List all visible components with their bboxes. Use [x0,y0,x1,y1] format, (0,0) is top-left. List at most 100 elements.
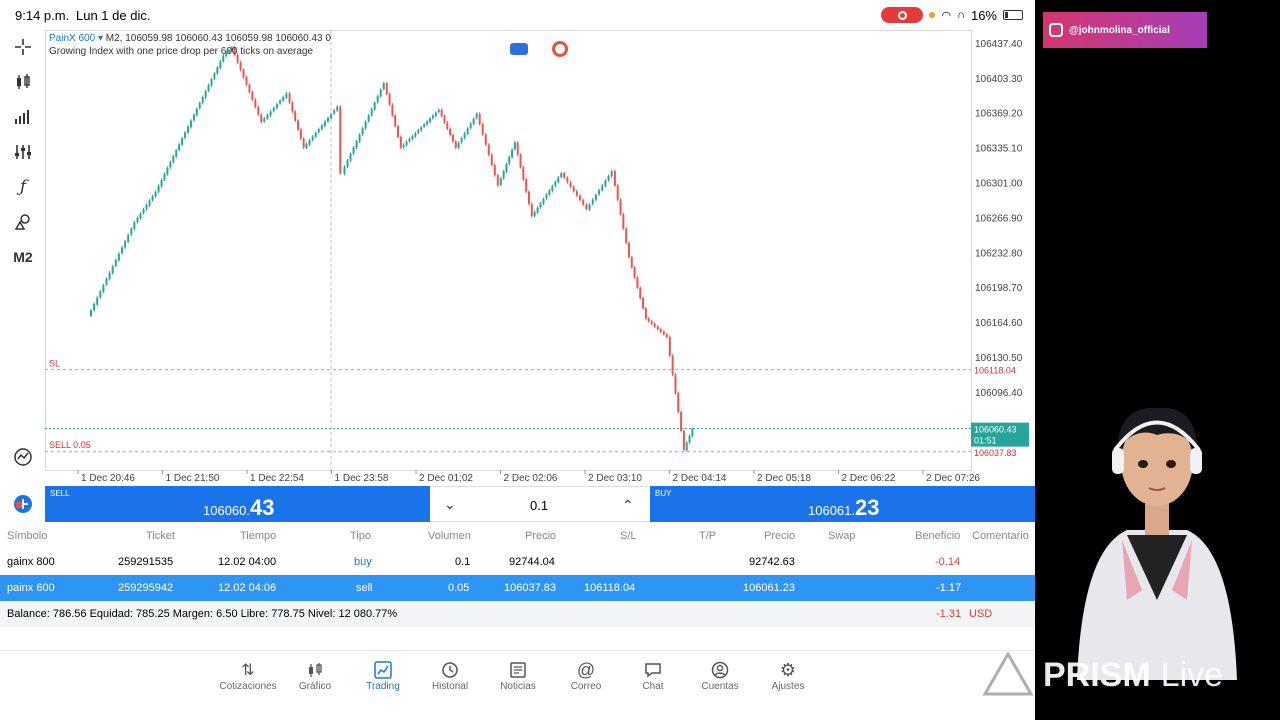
candle [308,140,311,145]
nav-history[interactable]: Historial [417,659,483,692]
candle [93,303,96,311]
candle [219,61,222,69]
candle [198,102,201,109]
header-price[interactable]: Precio [525,530,556,542]
candle [575,191,578,196]
nav-settings[interactable]: ⚙ Ajustes [755,659,821,693]
volume-value[interactable]: 0.1 [530,498,548,513]
x-tick-label: 1 Dec 23:58 [335,473,389,484]
candle [207,85,210,91]
chart-symbol[interactable]: PainX 600 [49,33,95,44]
candle [680,412,683,431]
candle [145,204,148,210]
objects-icon[interactable] [10,209,36,235]
nav-quotes[interactable]: ⇅ Cotizaciones [215,659,281,692]
candle [163,173,166,180]
header-ticket[interactable]: Ticket [146,530,175,542]
table-row-selected[interactable]: painx 600 259295942 12.02 04:06 sell 0.0… [0,575,1035,601]
bars-type-icon[interactable] [10,104,36,130]
nav-trading[interactable]: Trading [350,659,416,692]
price-chart[interactable]: SL 106118.04 SELL 0.05 106037.83 106060.43 01… [45,30,1035,485]
buy-price-big: 23 [855,495,880,520]
candle [437,109,440,113]
market-depth-icon[interactable] [552,41,568,57]
candle [260,114,263,123]
positions-table: Símbolo Ticket Tiempo Tipo Volumen Preci… [0,523,1035,627]
one-click-trading-icon[interactable] [510,43,528,55]
screen-record-icon[interactable] [881,7,924,23]
crosshair-icon[interactable] [10,34,36,60]
sell-price: 106060.43 [203,495,274,521]
sell-price-main: 106060. [203,503,250,518]
candle [604,180,607,187]
header-time[interactable]: Tiempo [240,530,276,542]
chart-navigator-icon[interactable] [10,444,36,470]
x-tick-label: 2 Dec 02:06 [504,473,558,484]
sell-button[interactable]: SELL 106060.43 [45,486,430,522]
candle [511,149,514,158]
instagram-handle: @johnmolina_official [1069,24,1170,36]
timeframe-button[interactable]: M2 [10,244,36,270]
candlestick-type-icon[interactable] [10,69,36,95]
candle [414,133,417,137]
candle [336,106,339,111]
nav-label: Historial [431,681,469,692]
nav-chat[interactable]: Chat [620,659,686,692]
x-tick-label: 2 Dec 07:26 [926,473,980,484]
nav-news[interactable]: Noticias [485,659,551,692]
header-tp[interactable]: T/P [699,530,716,542]
header-volume[interactable]: Volumen [428,530,471,542]
indicators-icon[interactable] [10,139,36,165]
candle [533,211,536,217]
y-tick-label: 106369.20 [975,109,1023,120]
header-comment[interactable]: Comentario [972,530,1029,542]
header-symbol[interactable]: Símbolo [7,530,47,542]
table-row[interactable]: gainx 800 259291535 12.02 04:00 buy 0.1 … [0,549,1035,575]
candle [358,134,361,142]
status-time: 9:14 p.m. [15,8,70,23]
history-icon [417,659,483,681]
candle [408,138,411,142]
candle [254,99,257,108]
nav-mail[interactable]: @ Correo [553,659,619,693]
header-profit[interactable]: Beneficio [915,530,960,542]
buy-price-main: 106061. [808,503,855,518]
summary-profit: -1.31 [936,608,962,620]
bottom-nav: ⇅ Cotizaciones Gráfico Trading Historial [0,650,1035,720]
nav-accounts[interactable]: Cuentas [687,659,753,692]
candle [569,182,572,187]
summary-text: Balance: 786.56 Equidad: 785.25 Margen: … [7,608,398,620]
nav-label: Ajustes [771,681,805,692]
nav-label: Cuentas [701,681,739,692]
y-tick-label: 106232.80 [975,248,1023,259]
volume-increase-button[interactable]: ⌃ [622,497,634,514]
candle [417,130,420,133]
header-swap[interactable]: Swap [828,530,856,542]
candle [279,100,282,104]
nav-chart[interactable]: Gráfico [282,659,348,692]
header-sl[interactable]: S/L [620,530,637,542]
header-type[interactable]: Tipo [350,530,371,542]
candle [305,143,308,148]
symbol-dropdown-icon[interactable]: ▾ [98,33,103,44]
y-tick-label: 106164.60 [975,318,1023,329]
candle [560,173,563,177]
candle [99,291,102,298]
volume-decrease-button[interactable]: ⌄ [444,496,456,513]
header-current-price[interactable]: Precio [764,530,795,542]
candle [181,138,184,145]
battery-icon [1003,10,1023,20]
order-label: SELL 0.05 [49,440,91,450]
candle [472,118,475,124]
candle [302,138,305,148]
news-icon [485,659,551,681]
row-price: 92744.04 [509,556,555,568]
buy-button[interactable]: BUY 106061.23 [650,486,1035,522]
candle [291,102,294,112]
mail-icon: @ [576,659,596,680]
trade-toggle-icon[interactable] [0,485,45,523]
candle [431,115,434,119]
candle [130,228,133,235]
candle [659,329,662,332]
function-icon[interactable]: ƒ [10,174,36,200]
